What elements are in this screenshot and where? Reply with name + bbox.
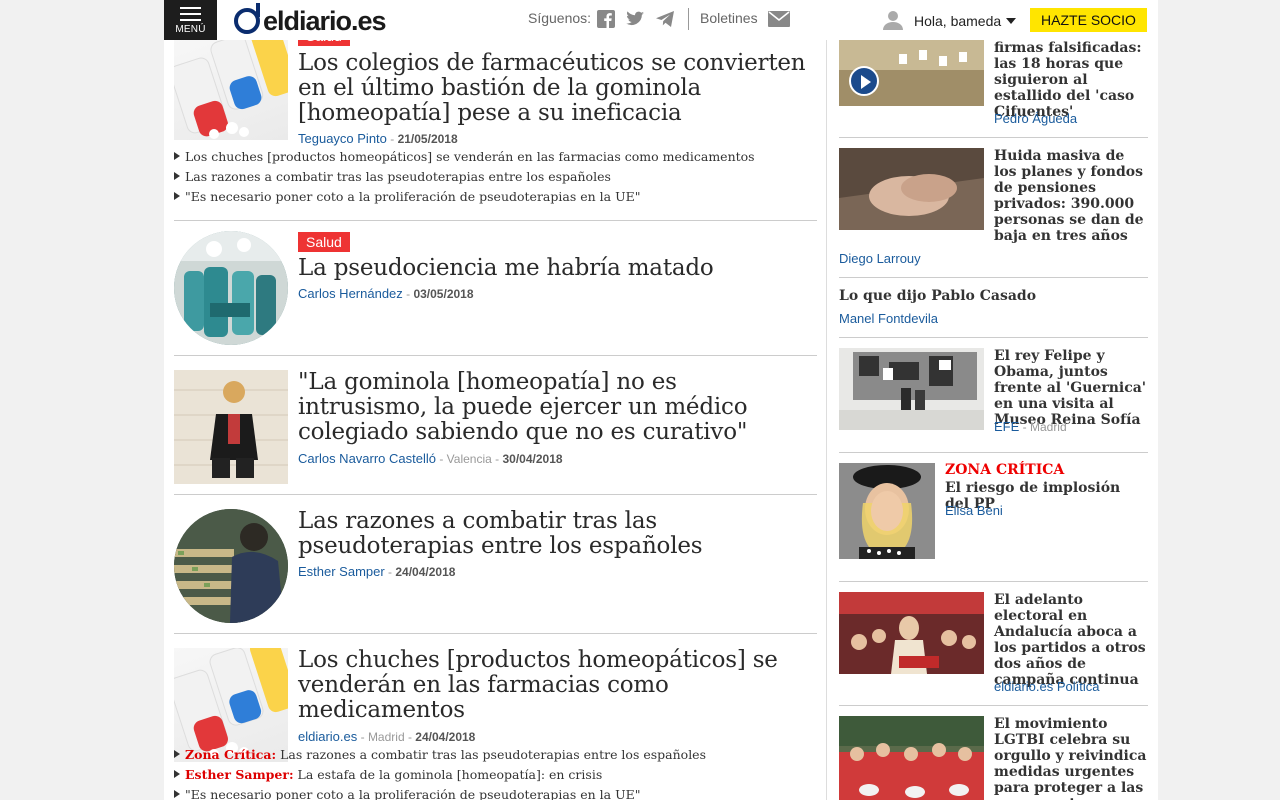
user-greeting[interactable]: Hola, bameda [914,13,1001,29]
article-location: Valencia [446,452,492,466]
article-meta: eldiario.es - Madrid - 24/04/2018 [298,729,476,744]
article-meta: Carlos Hernández - 03/05/2018 [298,286,474,301]
sidebar-headline[interactable]: El movimiento LGTBI celebra su orgullo y… [994,716,1148,800]
telegram-icon[interactable] [655,10,675,28]
newsletters-link[interactable]: Boletines [700,10,758,26]
related-link[interactable]: Esther Samper: La estafa de la gominola … [174,765,602,785]
facebook-icon[interactable] [596,10,616,28]
article-meta: Esther Samper - 24/04/2018 [298,564,456,579]
sidebar-headline[interactable]: firmas falsificadas: las 18 horas que si… [994,40,1148,120]
user-icon[interactable] [882,9,904,31]
article-author[interactable]: Esther Samper [298,564,385,579]
article-thumbnail[interactable] [174,231,288,345]
article-date: 24/04/2018 [395,565,456,579]
article-author[interactable]: Teguayco Pinto [298,131,387,146]
divider [839,581,1148,582]
article-headline[interactable]: Los chuches [productos homeopáticos] se … [298,648,808,723]
follow-label: Síguenos: [528,10,592,26]
sidebar-thumbnail[interactable] [839,716,984,800]
divider [174,494,817,495]
article-headline[interactable]: Las razones a combatir tras las pseudote… [298,509,808,559]
related-link[interactable]: Las razones a combatir tras las pseudote… [174,167,611,187]
divider [839,705,1148,706]
sidebar-thumbnail[interactable] [839,463,935,559]
section-tag[interactable]: Salud [298,232,350,252]
sidebar-headline[interactable]: Huida masiva de los planes y fondos de p… [994,148,1148,244]
article-author[interactable]: Carlos Hernández [298,286,403,301]
article-meta: Carlos Navarro Castelló - Valencia - 30/… [298,451,563,466]
header-separator [688,8,689,30]
sidebar-headline[interactable]: Lo que dijo Pablo Casado [839,288,1148,304]
play-icon[interactable] [849,66,879,96]
article-meta: Teguayco Pinto - 21/05/2018 [298,131,458,146]
divider [174,633,817,634]
divider [174,355,817,356]
article-headline[interactable]: Los colegios de farmacéuticos se convier… [298,51,808,126]
sidebar-author-name[interactable]: EFE [994,419,1019,434]
sidebar-location: Madrid [1029,420,1067,434]
related-link[interactable]: "Es necesario poner coto a la proliferac… [174,785,640,800]
logo-mark [234,3,260,34]
article-thumbnail[interactable] [174,370,288,484]
site-header: MENÚ eldiario.es Síguenos: Boletines Hol… [164,0,1158,40]
sidebar-author[interactable]: Pedro Águeda [994,111,1077,126]
article-date: 21/05/2018 [397,132,458,146]
sidebar-thumbnail[interactable] [839,40,984,106]
related-link[interactable]: Zona Crítica: Las razones a combatir tra… [174,745,706,765]
article-headline[interactable]: La pseudociencia me habría matado [298,256,808,281]
article-date: 03/05/2018 [413,287,474,301]
sidebar-author[interactable]: eldiario.es Política [994,679,1100,694]
divider [839,337,1148,338]
article-thumbnail[interactable] [174,509,288,623]
site-logo[interactable]: eldiario.es [234,3,387,36]
related-link[interactable]: Los chuches [productos homeopáticos] se … [174,147,755,167]
sidebar-thumbnail[interactable] [839,592,984,674]
sidebar-author: EFE - Madrid [994,419,1067,434]
mail-icon[interactable] [768,11,790,27]
article-author[interactable]: Carlos Navarro Castelló [298,451,436,466]
subscribe-button[interactable]: HAZTE SOCIO [1030,8,1147,32]
article-author[interactable]: eldiario.es [298,729,357,744]
section-label[interactable]: ZONA CRÍTICA [945,462,1064,478]
divider [839,277,1148,278]
article-location: Madrid [367,730,405,744]
related-link[interactable]: "Es necesario poner coto a la proliferac… [174,187,640,207]
sidebar-headline[interactable]: El adelanto electoral en Andalucía aboca… [994,592,1148,688]
article-date: 30/04/2018 [502,452,563,466]
sidebar-author[interactable]: Manel Fontdevila [839,311,938,326]
column-divider [826,40,827,800]
menu-label: MENÚ [175,24,206,35]
logo-text: eldiario.es [263,5,387,36]
twitter-icon[interactable] [625,10,645,28]
sidebar-author[interactable]: Diego Larrouy [839,251,921,266]
sidebar-headline[interactable]: El rey Felipe y Obama, juntos frente al … [994,348,1148,428]
article-thumbnail[interactable] [174,40,288,140]
menu-button[interactable]: MENÚ [164,0,217,40]
caret-down-icon[interactable] [1006,18,1016,24]
sidebar-author[interactable]: Elisa Beni [945,503,1003,518]
sidebar-thumbnail[interactable] [839,348,984,430]
divider [839,137,1148,138]
divider [839,452,1148,453]
sidebar-thumbnail[interactable] [839,148,984,230]
menu-icon [180,7,201,21]
divider [174,220,817,221]
article-date: 24/04/2018 [415,730,476,744]
article-headline[interactable]: "La gominola [homeopatía] no es intrusis… [298,370,808,445]
